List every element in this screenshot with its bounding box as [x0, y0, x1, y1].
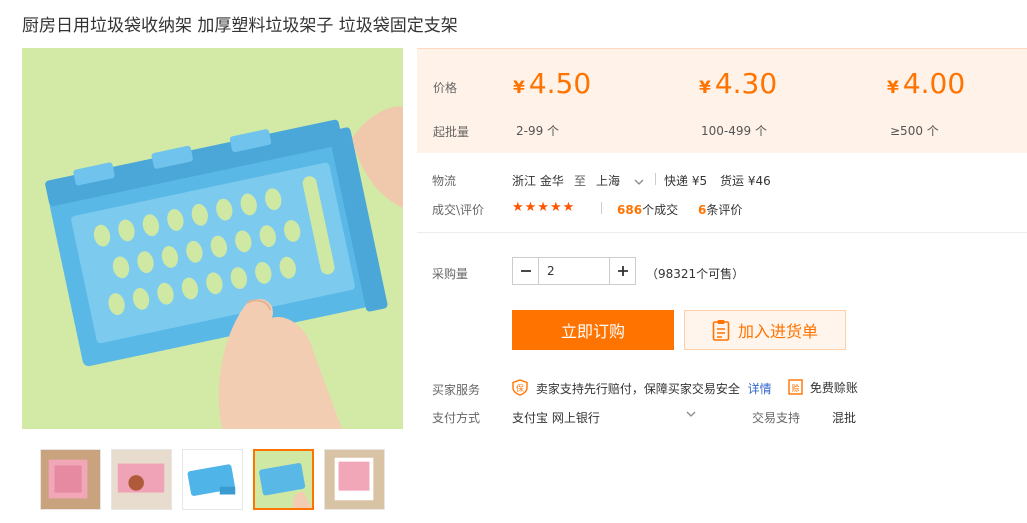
price-value: 4.50	[528, 67, 592, 100]
trade-support-value: 混批	[832, 411, 857, 425]
thumbnail-strip	[40, 449, 385, 510]
express-fee: 快递 ¥5	[664, 174, 708, 188]
price-tier-3: ¥4.00	[887, 67, 965, 100]
add-to-list-button[interactable]: 加入进货单	[684, 310, 846, 350]
free-claim-text: 免费赊账	[809, 381, 858, 395]
increment-button[interactable]	[609, 258, 635, 284]
review-count-suffix: 条评价	[706, 203, 743, 217]
price-label: 价格	[433, 81, 458, 95]
currency-symbol: ¥	[699, 78, 711, 98]
thumbnail-3[interactable]	[182, 449, 243, 510]
rating-stars: ★★★★★	[512, 200, 576, 215]
deals-label: 成交\评价	[432, 203, 485, 217]
svg-text:赊: 赊	[792, 383, 800, 393]
logistics-origin: 浙江 金华	[512, 174, 564, 188]
batch-label: 起批量	[433, 125, 470, 139]
logistics-to: 至	[574, 174, 587, 188]
buy-now-button[interactable]: 立即订购	[512, 310, 674, 350]
shield-icon: 保	[512, 379, 528, 399]
thumbnail-5[interactable]	[324, 449, 385, 510]
main-product-image[interactable]	[22, 48, 403, 429]
trade-support-label: 交易支持	[752, 411, 801, 425]
thumbnail-1[interactable]	[40, 449, 101, 510]
batch-tier-2: 100-499 个	[701, 124, 767, 138]
payment-methods: 支付宝 网上银行	[512, 411, 600, 425]
product-title: 厨房日用垃圾袋收纳架 加厚塑料垃圾架子 垃圾袋固定支架	[22, 16, 458, 36]
divider	[655, 173, 656, 185]
destination-value: 上海	[596, 174, 621, 188]
deal-count-value: 686	[617, 203, 643, 217]
destination-select[interactable]: 上海	[596, 172, 644, 189]
price-panel: 价格 起批量 ¥4.50 ¥4.30 ¥4.00 2-99 个 100-499 …	[417, 48, 1027, 153]
price-tier-1: ¥4.50	[513, 67, 591, 100]
quantity-input[interactable]	[539, 258, 609, 284]
currency-symbol: ¥	[513, 78, 525, 98]
freight-fee: 货运 ¥46	[720, 174, 771, 188]
minus-icon	[520, 270, 531, 272]
details-link[interactable]: 详情	[748, 382, 772, 396]
price-value: 4.00	[902, 67, 966, 100]
logistics-label: 物流	[432, 174, 457, 188]
clipboard-icon	[712, 319, 730, 341]
batch-tier-1: 2-99 个	[516, 124, 560, 138]
price-tier-2: ¥4.30	[699, 67, 777, 100]
payment-label: 支付方式	[432, 411, 481, 425]
section-divider	[417, 232, 1027, 233]
deal-count[interactable]: 686个成交	[617, 201, 678, 218]
quantity-stepper	[512, 257, 636, 285]
free-claim[interactable]: 赊 免费赊账	[788, 379, 858, 398]
thumbnail-2[interactable]	[111, 449, 172, 510]
receipt-icon: 赊	[788, 379, 803, 398]
guarantee-text: 卖家支持先行赔付，保障买家交易安全	[535, 381, 740, 396]
decrement-button[interactable]	[513, 258, 539, 284]
price-value: 4.30	[714, 67, 778, 100]
review-count[interactable]: 6条评价	[698, 201, 742, 218]
quantity-label: 采购量	[432, 267, 469, 281]
chevron-down-icon	[686, 407, 696, 421]
plus-icon	[617, 266, 628, 276]
divider	[601, 202, 602, 214]
chevron-down-icon	[634, 174, 644, 188]
currency-symbol: ¥	[887, 78, 899, 98]
add-to-list-label: 加入进货单	[737, 322, 818, 341]
available-stock: （98321个可售）	[646, 267, 745, 281]
batch-tier-3: ≥500 个	[890, 124, 939, 138]
payment-dropdown[interactable]	[686, 407, 696, 421]
svg-text:保: 保	[516, 383, 524, 393]
deal-count-suffix: 个成交	[642, 203, 679, 217]
thumbnail-4[interactable]	[253, 449, 314, 510]
services-label: 买家服务	[432, 383, 481, 397]
guarantee-notice: 保 卖家支持先行赔付，保障买家交易安全 详情	[512, 379, 772, 399]
